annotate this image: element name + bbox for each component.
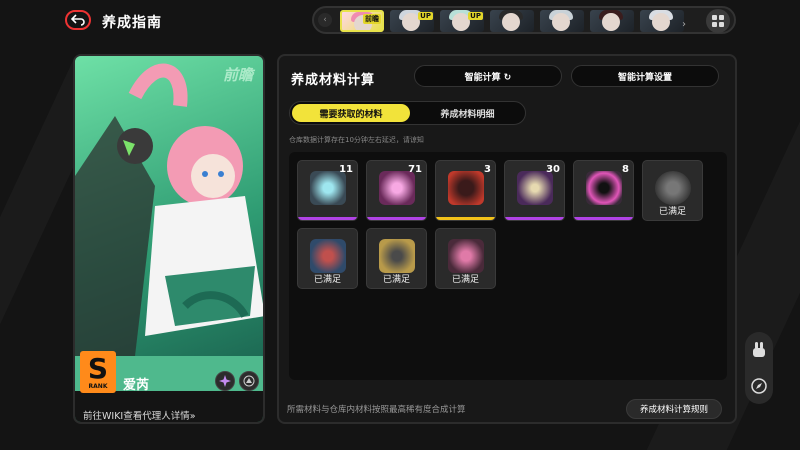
- roster-tag: UP: [468, 12, 483, 20]
- tab-material-details[interactable]: 养成材料明细: [412, 104, 523, 122]
- roster-tag: UP: [418, 12, 433, 20]
- rank-label: RANK: [88, 382, 108, 390]
- page-title: 养成指南: [102, 15, 162, 31]
- material-status: 已满足: [658, 207, 686, 217]
- roster-portrait[interactable]: UP: [390, 10, 434, 32]
- material-status: 已满足: [451, 275, 479, 285]
- material-qty: 71: [408, 164, 422, 175]
- compass-button[interactable]: [749, 376, 769, 396]
- material-icon: [379, 171, 415, 205]
- material-qty: 3: [484, 164, 491, 175]
- material-calc-panel: 养成材料计算 智能计算 ↻ 智能计算设置 需要获取的材料 养成材料明细 仓库数据…: [277, 54, 737, 424]
- material-status: 已满足: [313, 275, 341, 285]
- side-tool-bar: [745, 332, 773, 404]
- material-qty: 8: [622, 164, 629, 175]
- material-icon: [655, 171, 691, 205]
- agent-name: 爱芮: [123, 378, 150, 393]
- rarity-bar: [505, 217, 564, 220]
- material-status: 已满足: [382, 275, 410, 285]
- preview-tag: 前瞻: [222, 66, 253, 84]
- bunny-icon: [753, 342, 765, 357]
- materials-grid: 11 71 3 30 8 已满足 已满足 已满足 已满足: [289, 152, 727, 380]
- roster-portrait[interactable]: UP: [440, 10, 484, 32]
- rarity-bar: [574, 217, 633, 220]
- material-icon: [379, 239, 415, 273]
- roster-portrait[interactable]: [590, 10, 634, 32]
- smart-calc-settings-label: 智能计算设置: [617, 72, 672, 83]
- material-icon: [586, 171, 622, 205]
- material-icon: [517, 171, 553, 205]
- roster-portrait[interactable]: [490, 10, 534, 32]
- compass-icon: [751, 378, 767, 394]
- material-slot[interactable]: 已满足: [435, 228, 496, 289]
- material-slot[interactable]: 已满足: [297, 228, 358, 289]
- material-qty: 30: [546, 164, 560, 175]
- faction-icon: [239, 371, 259, 391]
- material-slot[interactable]: 11: [297, 160, 358, 221]
- portrait-face: [502, 13, 520, 31]
- agent-artwork: [75, 56, 263, 356]
- grid-menu-button[interactable]: [706, 9, 730, 33]
- element-attribute-icon: [215, 371, 235, 391]
- material-slot[interactable]: 8: [573, 160, 634, 221]
- portrait-face: [552, 13, 570, 31]
- tab-needed-materials[interactable]: 需要获取的材料: [292, 104, 410, 122]
- panel-title: 养成材料计算: [291, 73, 376, 88]
- smart-calc-button[interactable]: 智能计算 ↻: [414, 65, 562, 87]
- rarity-bar: [367, 217, 426, 220]
- roster-tag: 前瞻: [363, 14, 381, 24]
- agent-roster-bar: ‹ 前瞻 UP UP ›: [312, 6, 736, 34]
- back-button[interactable]: [65, 10, 91, 30]
- material-tabs: 需要获取的材料 养成材料明细: [289, 101, 526, 125]
- agent-illustration: [75, 63, 263, 356]
- material-slot[interactable]: 71: [366, 160, 427, 221]
- rarity-bar: [298, 217, 357, 220]
- calc-rules-button[interactable]: 养成材料计算规则: [626, 399, 722, 419]
- agent-card[interactable]: 前瞻 S RANK 爱芮 前往WIKI查看代理人详情»: [73, 54, 265, 424]
- material-icon: [448, 171, 484, 205]
- material-icon: [448, 239, 484, 273]
- roster-portrait[interactable]: [540, 10, 584, 32]
- roster-portrait[interactable]: [640, 10, 684, 32]
- material-icon: [310, 239, 346, 273]
- wiki-link[interactable]: 前往WIKI查看代理人详情»: [83, 408, 196, 422]
- portrait-face: [652, 13, 670, 31]
- roster-portrait[interactable]: 前瞻: [340, 10, 384, 32]
- material-slot[interactable]: 3: [435, 160, 496, 221]
- roster-scroll-right-icon[interactable]: ›: [682, 19, 692, 31]
- calc-footer-note: 所需材料与仓库内材料按照最高稀有度合成计算: [287, 405, 466, 415]
- material-qty: 11: [339, 164, 353, 175]
- grid-icon: [712, 15, 724, 27]
- app-root: 养成指南 ‹ 前瞻 UP UP › 前瞻 S RANK 爱芮 前往WIKI查看代…: [0, 0, 800, 450]
- rank-letter: S: [87, 351, 109, 385]
- bunny-helper-button[interactable]: [749, 340, 769, 360]
- smart-calc-settings-button[interactable]: 智能计算设置: [571, 65, 719, 87]
- smart-calc-label: 智能计算 ↻: [464, 72, 512, 83]
- roster-scroll-left-icon[interactable]: ‹: [318, 13, 332, 27]
- material-slot[interactable]: 已满足: [366, 228, 427, 289]
- rank-badge: S RANK: [80, 351, 116, 393]
- material-slot[interactable]: 已满足: [642, 160, 703, 221]
- back-arrow-icon: [71, 14, 85, 26]
- material-icon: [310, 171, 346, 205]
- sync-delay-note: 仓库数据计算存在10分钟左右延迟，请谅知: [289, 136, 424, 144]
- rarity-bar: [436, 217, 495, 220]
- material-slot[interactable]: 30: [504, 160, 565, 221]
- portrait-face: [602, 13, 620, 31]
